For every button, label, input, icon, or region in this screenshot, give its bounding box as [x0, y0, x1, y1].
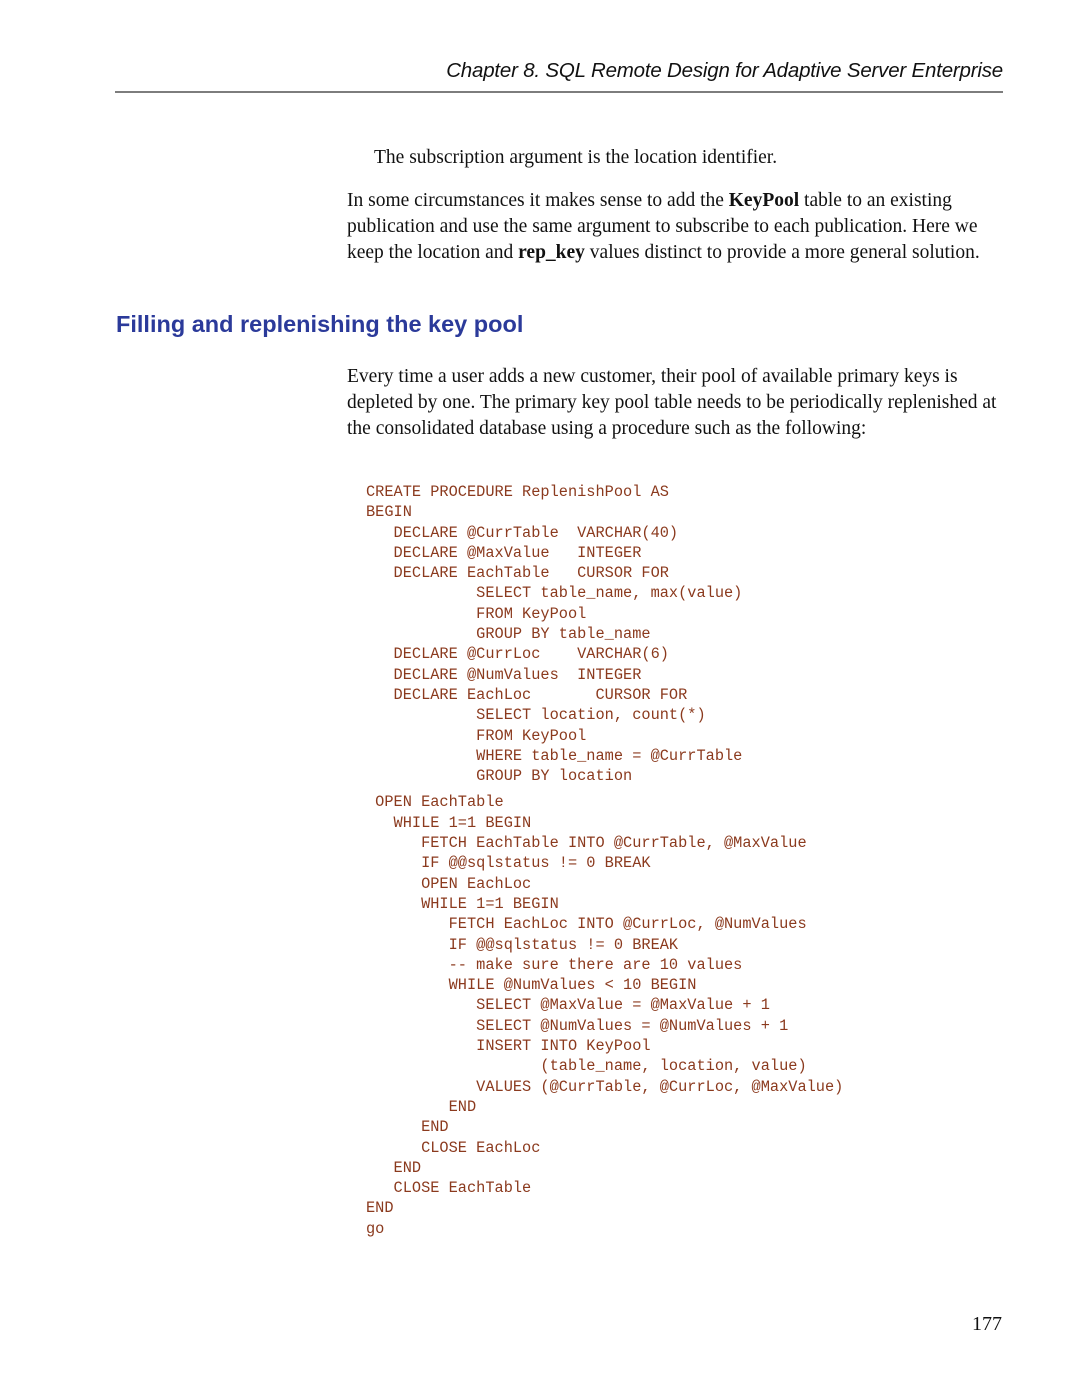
code-line: OPEN EachTable: [366, 793, 504, 812]
code-line: SELECT @MaxValue = @MaxValue + 1: [366, 996, 770, 1015]
code-line: END: [366, 1199, 394, 1218]
code-line: DECLARE @CurrTable VARCHAR(40): [366, 523, 679, 542]
code-line: END: [366, 1097, 477, 1116]
code-listing: CREATE PROCEDURE ReplenishPool AS BEGIN D…: [366, 482, 843, 1239]
section-body-paragraph: Every time a user adds a new customer, t…: [347, 366, 997, 439]
code-line: BEGIN: [366, 503, 412, 522]
code-line: SELECT @NumValues = @NumValues + 1: [366, 1016, 789, 1035]
code-line: DECLARE @MaxValue INTEGER: [366, 543, 642, 562]
code-line: go: [366, 1219, 385, 1238]
code-line: FROM KeyPool: [366, 604, 587, 623]
section-heading: Filling and replenishing the key pool: [116, 311, 524, 337]
code-line: CLOSE EachTable: [366, 1179, 532, 1198]
code-line: DECLARE EachLoc CURSOR FOR: [366, 685, 688, 704]
intro-paragraph-1: The subscription argument is the locatio…: [374, 147, 778, 168]
code-line: WHILE 1=1 BEGIN: [366, 894, 559, 913]
keypool-term: KeyPool: [728, 190, 800, 211]
code-line: FROM KeyPool: [366, 726, 587, 745]
running-header-title: Chapter 8. SQL Remote Design for Adaptiv…: [446, 59, 1003, 82]
code-line: WHILE 1=1 BEGIN: [366, 813, 532, 832]
page-number: 177: [972, 1313, 1002, 1335]
code-line: -- make sure there are 10 values: [366, 955, 743, 974]
code-line: CREATE PROCEDURE ReplenishPool AS: [366, 483, 669, 501]
rep-key-term: rep_key: [518, 242, 585, 263]
code-line: FETCH EachTable INTO @CurrTable, @MaxVal…: [366, 834, 807, 853]
code-line: DECLARE EachTable CURSOR FOR: [366, 564, 669, 583]
code-line: OPEN EachLoc: [366, 874, 532, 893]
code-line: WHILE @NumValues < 10 BEGIN: [366, 976, 697, 995]
code-line: (table_name, location, value): [366, 1057, 807, 1076]
code-line: SELECT location, count(*): [366, 706, 706, 725]
code-line: WHERE table_name = @CurrTable: [366, 746, 743, 765]
intro-paragraph-2: In some circumstances it makes sense to …: [347, 188, 1007, 266]
code-line: GROUP BY table_name: [366, 625, 651, 644]
code-line: FETCH EachLoc INTO @CurrLoc, @NumValues: [366, 915, 807, 934]
code-line: END: [366, 1118, 449, 1137]
code-line: IF @@sqlstatus != 0 BREAK: [366, 854, 651, 873]
code-line: DECLARE @NumValues INTEGER: [366, 665, 642, 684]
code-line: DECLARE @CurrLoc VARCHAR(6): [366, 645, 669, 664]
code-line: VALUES (@CurrTable, @CurrLoc, @MaxValue): [366, 1077, 844, 1096]
para2-text-1: In some circumstances it makes sense to …: [347, 190, 729, 211]
code-line: END: [366, 1158, 422, 1177]
header-divider: [115, 91, 1003, 93]
code-line: SELECT table_name, max(value): [366, 584, 743, 603]
code-line: INSERT INTO KeyPool: [366, 1037, 651, 1056]
code-line: GROUP BY location: [366, 767, 633, 786]
code-line: CLOSE EachLoc: [366, 1138, 541, 1157]
para2-text-3: values distinct to provide a more genera…: [584, 242, 980, 263]
code-line: IF @@sqlstatus != 0 BREAK: [366, 935, 679, 954]
